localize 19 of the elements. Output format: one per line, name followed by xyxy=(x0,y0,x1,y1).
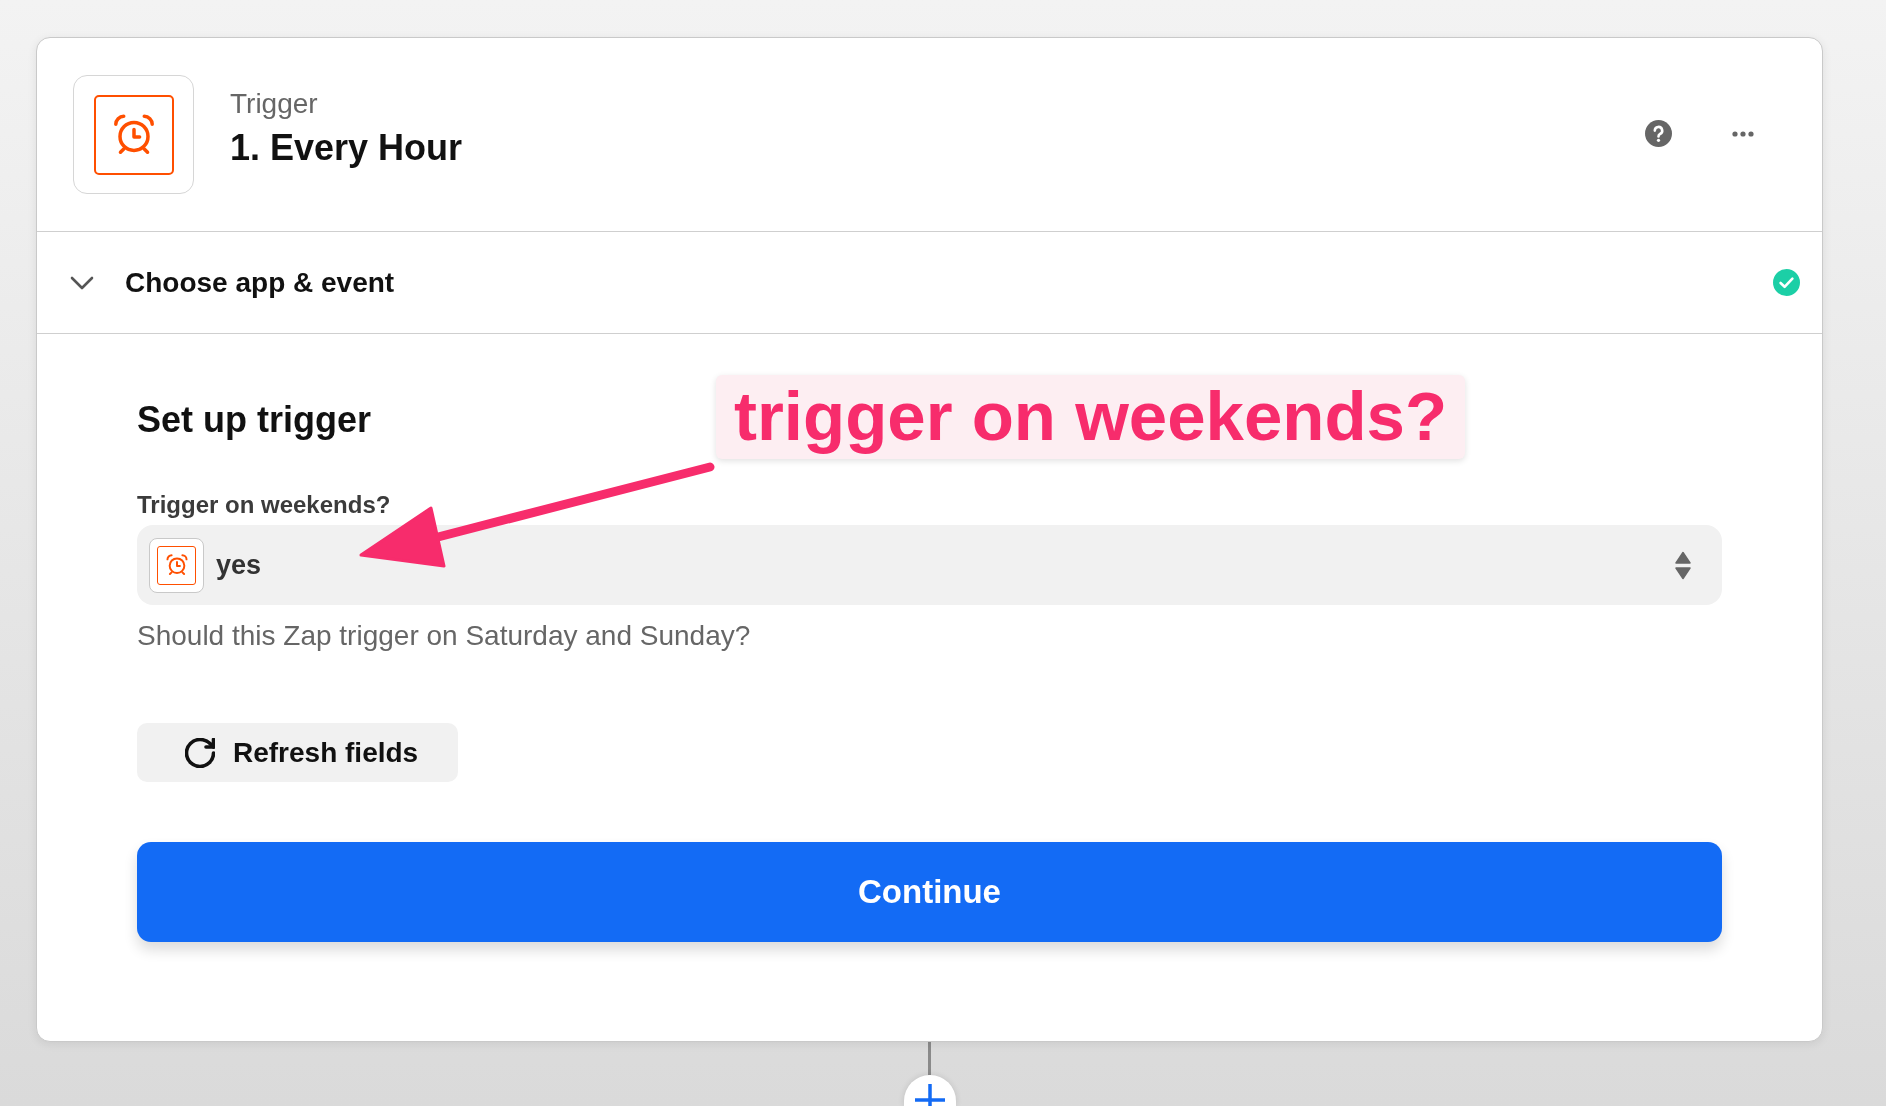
accordion-header[interactable]: Choose app & event xyxy=(37,231,1822,334)
refresh-fields-button[interactable]: Refresh fields xyxy=(137,723,459,782)
connector-line xyxy=(928,1042,931,1075)
continue-button[interactable]: Continue xyxy=(137,842,1722,942)
step-type-label: Trigger xyxy=(230,88,318,120)
select-field[interactable]: yes xyxy=(137,525,1722,605)
section-heading: Set up trigger xyxy=(137,400,372,440)
plus-icon xyxy=(914,1084,945,1106)
alarm-clock-icon xyxy=(73,75,194,194)
field-help-text: Should this Zap trigger on Saturday and Sunday? xyxy=(137,620,751,652)
add-step-button[interactable] xyxy=(903,1075,956,1106)
step-title: 1. Every Hour xyxy=(230,128,463,168)
alarm-clock-icon xyxy=(149,537,204,593)
help-icon[interactable] xyxy=(1645,120,1672,147)
field-label: Trigger on weekends? xyxy=(137,491,391,519)
up-down-icon xyxy=(1675,550,1691,580)
refresh-icon xyxy=(185,737,215,768)
more-icon[interactable] xyxy=(1732,130,1754,137)
annotation-label: trigger on weekends? xyxy=(716,375,1466,459)
